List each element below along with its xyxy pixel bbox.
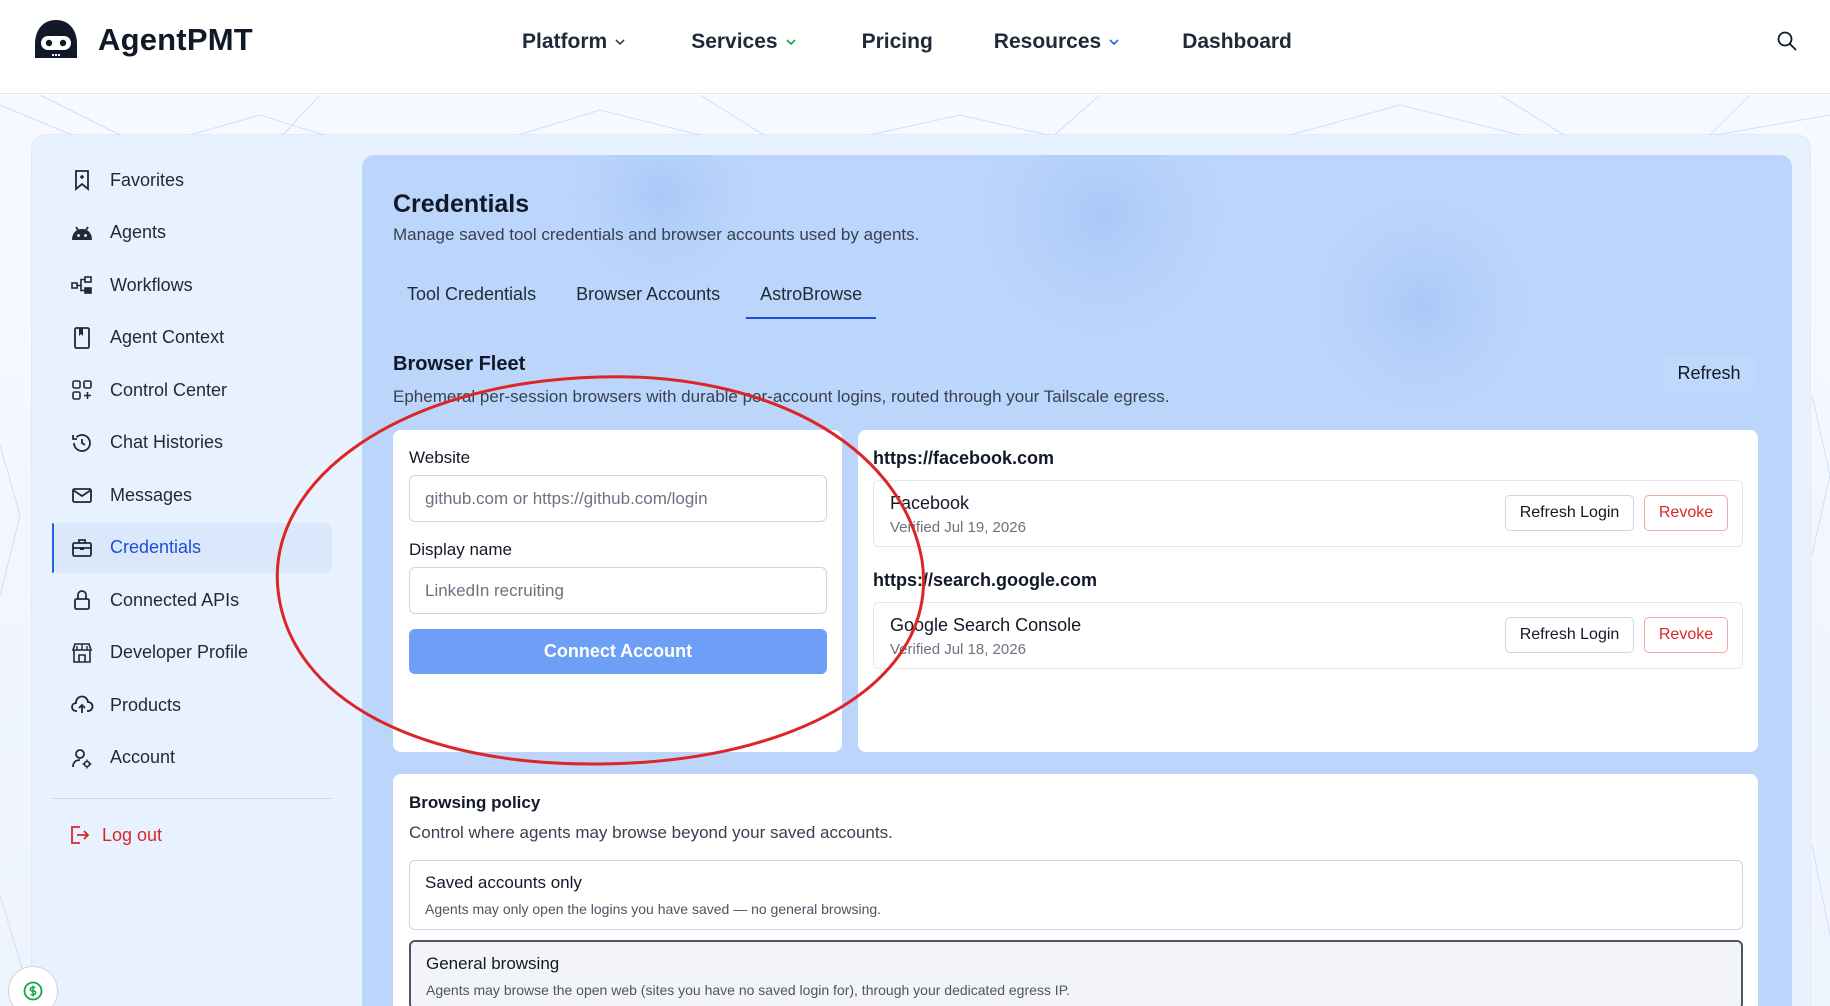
sidebar-item-label: Chat Histories bbox=[110, 432, 224, 452]
website-label: Website bbox=[409, 448, 471, 467]
option-description: Agents may only open the logins you have… bbox=[425, 901, 882, 917]
brand-logo[interactable]: AgentPMT bbox=[32, 18, 253, 62]
logout-icon bbox=[71, 826, 90, 844]
policy-option-general-browsing[interactable]: General browsing Agents may browse the o… bbox=[409, 940, 1743, 1006]
account-verified: Verified Jul 18, 2026 bbox=[890, 641, 1026, 658]
sidebar-item-favorites[interactable]: Favorites bbox=[52, 155, 332, 205]
sidebar-item-label: Products bbox=[110, 694, 182, 715]
section-subtitle: Ephemeral per-session browsers with dura… bbox=[393, 387, 1170, 406]
sidebar: Favorites Agents Workflows Agent Context… bbox=[52, 155, 332, 785]
refresh-button[interactable]: Refresh bbox=[1663, 355, 1755, 391]
chevron-down-icon bbox=[615, 39, 625, 46]
grid-plus-icon bbox=[72, 380, 92, 400]
option-title: General browsing bbox=[426, 954, 560, 973]
sidebar-item-label: Messages bbox=[110, 484, 193, 505]
policy-subtitle: Control where agents may browse beyond y… bbox=[409, 823, 893, 842]
sidebar-item-credentials[interactable]: Credentials bbox=[52, 522, 332, 573]
refresh-login-button[interactable]: Refresh Login bbox=[1505, 495, 1634, 531]
sidebar-item-chat-histories[interactable]: Chat Histories bbox=[52, 418, 332, 468]
sidebar-item-label: Credentials bbox=[110, 537, 202, 557]
revoke-button[interactable]: Revoke bbox=[1644, 495, 1728, 531]
section-title: Browser Fleet bbox=[393, 353, 526, 375]
sidebar-item-control-center[interactable]: Control Center bbox=[52, 365, 332, 415]
sidebar-item-account[interactable]: Account bbox=[52, 733, 332, 783]
sidebar-item-label: Agent Context bbox=[110, 327, 225, 347]
website-input[interactable]: github.com or https://github.com/login bbox=[409, 475, 827, 522]
display-name-label: Display name bbox=[409, 540, 512, 559]
site-url: https://search.google.com bbox=[873, 570, 1098, 590]
book-icon bbox=[74, 326, 90, 349]
nav-platform[interactable]: Platform bbox=[522, 30, 627, 54]
nav-pricing-label: Pricing bbox=[861, 30, 933, 53]
account-name: Facebook bbox=[890, 493, 970, 513]
sidebar-item-label: Developer Profile bbox=[110, 642, 249, 662]
dollar-coin-icon bbox=[23, 981, 43, 1001]
sidebar-item-label: Agents bbox=[110, 222, 167, 242]
nav-dashboard-label: Dashboard bbox=[1182, 30, 1292, 53]
nav-pricing[interactable]: Pricing bbox=[862, 30, 933, 54]
nav-services-label: Services bbox=[691, 30, 778, 53]
chevron-down-icon bbox=[786, 39, 796, 46]
history-icon bbox=[72, 433, 91, 452]
policy-option-saved-only[interactable]: Saved accounts only Agents may only open… bbox=[409, 860, 1743, 930]
robot-icon bbox=[72, 226, 92, 240]
account-row: Facebook Verified Jul 19, 2026 Refresh L… bbox=[873, 480, 1743, 547]
sidebar-item-label: Connected APIs bbox=[110, 589, 240, 610]
site-url: https://facebook.com bbox=[873, 448, 1055, 468]
account-name: Google Search Console bbox=[890, 615, 1082, 635]
sidebar-item-products[interactable]: Products bbox=[52, 680, 332, 730]
option-title: Saved accounts only bbox=[425, 873, 582, 892]
top-navbar: AgentPMT Platform Services Pricing Resou… bbox=[0, 0, 1830, 94]
accounts-list-card bbox=[858, 430, 1758, 752]
user-gear-icon bbox=[72, 748, 92, 768]
sidebar-item-agents[interactable]: Agents bbox=[52, 208, 332, 258]
chevron-down-icon bbox=[1109, 39, 1119, 46]
refresh-login-button[interactable]: Refresh Login bbox=[1505, 617, 1634, 653]
page-subtitle: Manage saved tool credentials and browse… bbox=[393, 225, 920, 244]
credentials-tabs: Tool Credentials Browser Accounts AstroB… bbox=[393, 274, 888, 319]
cloud-upload-icon bbox=[71, 695, 94, 713]
tab-tool-credentials[interactable]: Tool Credentials bbox=[393, 274, 550, 319]
display-name-input[interactable]: LinkedIn recruiting bbox=[409, 567, 827, 614]
policy-title: Browsing policy bbox=[409, 793, 541, 812]
logout-button[interactable]: Log out bbox=[68, 824, 162, 846]
sidebar-item-connected-apis[interactable]: Connected APIs bbox=[52, 575, 332, 625]
nav-resources-label: Resources bbox=[993, 30, 1102, 53]
lock-icon bbox=[74, 590, 90, 610]
sidebar-item-agent-context[interactable]: Agent Context bbox=[52, 313, 332, 363]
search-icon[interactable] bbox=[1776, 30, 1798, 52]
sidebar-divider bbox=[52, 798, 332, 799]
account-row: Google Search Console Verified Jul 18, 2… bbox=[873, 602, 1743, 669]
revoke-button[interactable]: Revoke bbox=[1644, 617, 1728, 653]
page-title: Credentials bbox=[393, 190, 530, 218]
sidebar-item-workflows[interactable]: Workflows bbox=[52, 260, 332, 310]
sidebar-item-label: Control Center bbox=[110, 379, 228, 400]
workflow-icon bbox=[71, 276, 92, 294]
nav-resources[interactable]: Resources bbox=[994, 30, 1121, 54]
store-icon bbox=[71, 642, 93, 663]
tab-astrobrowse[interactable]: AstroBrowse bbox=[746, 274, 877, 319]
tab-browser-accounts[interactable]: Browser Accounts bbox=[562, 274, 734, 319]
sidebar-item-label: Account bbox=[110, 747, 176, 767]
sidebar-item-label: Favorites bbox=[110, 169, 185, 190]
robot-logo-icon bbox=[35, 20, 77, 58]
sidebar-item-messages[interactable]: Messages bbox=[52, 470, 332, 520]
account-verified: Verified Jul 19, 2026 bbox=[890, 519, 1026, 536]
briefcase-icon bbox=[72, 538, 92, 557]
nav-dashboard[interactable]: Dashboard bbox=[1182, 30, 1292, 54]
brand-name: AgentPMT bbox=[98, 22, 253, 57]
sidebar-item-label: Workflows bbox=[110, 274, 193, 295]
logout-label: Log out bbox=[102, 824, 163, 845]
connect-account-button[interactable]: Connect Account bbox=[409, 629, 827, 674]
nav-platform-label: Platform bbox=[522, 30, 608, 53]
nav-services[interactable]: Services bbox=[691, 30, 797, 54]
main-nav: Platform Services Pricing Resources Dash… bbox=[522, 26, 1292, 58]
mail-icon bbox=[72, 488, 92, 503]
option-description: Agents may browse the open web (sites yo… bbox=[426, 982, 1071, 998]
bookmark-icon bbox=[75, 170, 89, 191]
sidebar-item-developer-profile[interactable]: Developer Profile bbox=[52, 628, 332, 678]
